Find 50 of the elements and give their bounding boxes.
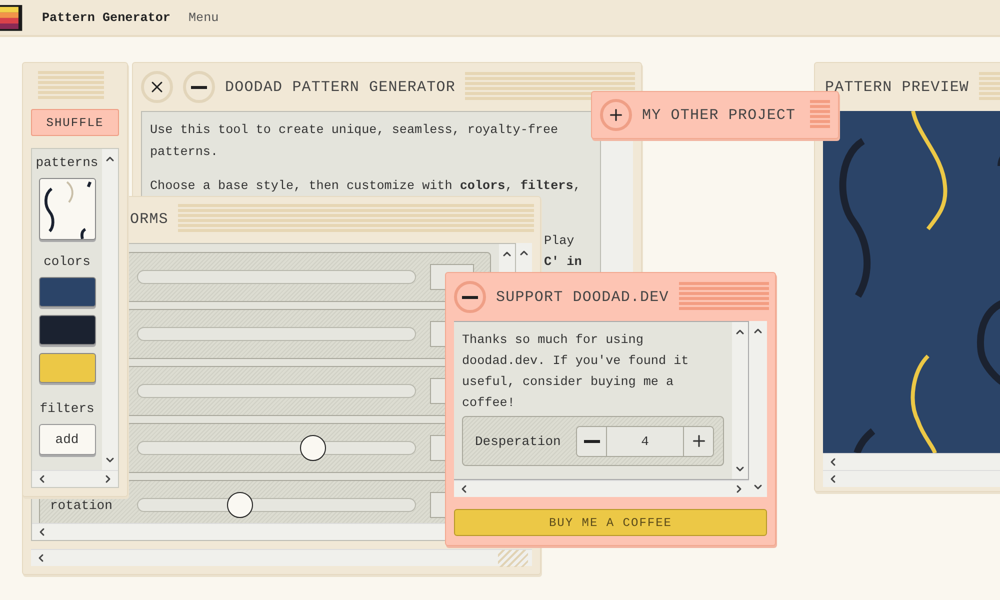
window-title: MY OTHER PROJECT	[642, 106, 796, 124]
text-line: C' in	[544, 254, 583, 271]
expand-button[interactable]	[600, 99, 632, 131]
drag-handle[interactable]	[678, 282, 769, 312]
add-button[interactable]: add	[38, 424, 96, 455]
text-line: Play	[544, 233, 576, 250]
slider-thumb[interactable]	[227, 492, 254, 518]
drag-handle[interactable]	[979, 72, 1000, 102]
number-field[interactable]: 4	[606, 426, 684, 456]
minus-icon	[191, 86, 207, 88]
pattern-thumbnail[interactable]	[38, 178, 96, 240]
stepper-label: Desperation	[475, 434, 561, 448]
resize-handle[interactable]	[498, 550, 528, 566]
window-title: DOODAD PATTERN GENERATOR	[225, 78, 456, 96]
section-label: patterns	[36, 155, 98, 170]
app-title: Pattern Generator	[42, 10, 170, 24]
minimize-button[interactable]	[183, 71, 215, 103]
slider-track[interactable]	[137, 434, 416, 462]
slider-thumb[interactable]	[300, 435, 326, 461]
scrollbar[interactable]	[102, 149, 118, 470]
drag-handle[interactable]	[810, 100, 830, 130]
support-message: Thanks so much for using doodad.dev. If you've found it useful, consider buying me a coffee!	[462, 332, 690, 412]
slider-label: rotation	[50, 498, 114, 512]
window-title: ORMS	[130, 210, 168, 228]
close-button[interactable]	[141, 71, 173, 103]
minus-icon	[462, 296, 478, 298]
color-swatch[interactable]	[38, 315, 96, 345]
scrollbar[interactable]	[823, 453, 1000, 470]
menu-link[interactable]: Menu	[188, 10, 219, 24]
color-swatch[interactable]	[38, 277, 96, 307]
slider-track[interactable]	[137, 491, 416, 519]
minimize-button[interactable]	[454, 281, 486, 313]
paragraph: Use this tool to create unique, seamless, royalty-free patterns.	[150, 122, 560, 161]
shuffle-button[interactable]: SHUFFLE	[31, 109, 119, 136]
paragraph: Choose a base style, then customize with colors, filters,	[150, 178, 582, 195]
color-swatch[interactable]	[38, 353, 96, 383]
minus-icon	[584, 440, 600, 442]
drag-handle[interactable]	[465, 72, 635, 102]
scrollbar[interactable]	[32, 470, 118, 487]
window-title: SUPPORT DOODAD.DEV	[496, 288, 669, 306]
section-label: colors	[44, 254, 90, 269]
drag-handle[interactable]	[38, 71, 104, 101]
coffee-button[interactable]: BUY ME A COFFEE	[454, 509, 767, 536]
section-label: filters	[40, 401, 94, 416]
window-title: PATTERN PREVIEW	[825, 78, 970, 96]
plus-icon	[607, 106, 625, 124]
drag-handle[interactable]	[178, 204, 534, 234]
number-stepper[interactable]: 4	[576, 426, 714, 456]
scrollbar[interactable]	[31, 549, 532, 566]
scrollbar[interactable]	[823, 470, 1000, 487]
